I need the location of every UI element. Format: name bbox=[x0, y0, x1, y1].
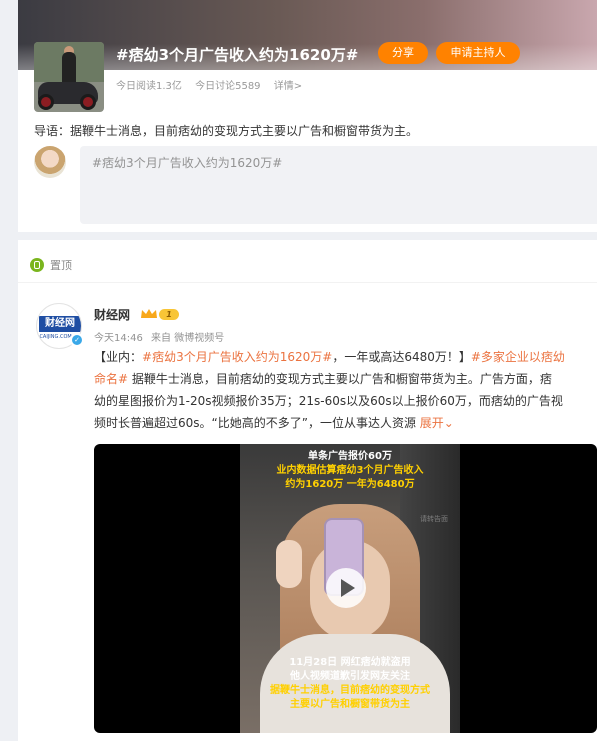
crown-icon bbox=[141, 309, 157, 318]
text-after-topic: ，一年或高达6480万！】 bbox=[332, 350, 471, 364]
topic-link-2[interactable]: #多家企业以痞幼 bbox=[471, 350, 565, 364]
video-caption-top-1: 单条广告报价60万 bbox=[308, 451, 392, 462]
pin-icon bbox=[30, 258, 44, 272]
text-line-2: 据鞭牛士消息，目前痞幼的变现方式主要以广告和橱窗带货为主。广告方面，痞 bbox=[128, 372, 552, 386]
share-button[interactable]: 分享 bbox=[378, 42, 428, 64]
author-name[interactable]: 财经网 bbox=[94, 306, 130, 323]
details-link[interactable]: 详情> bbox=[274, 81, 302, 92]
video-watermark: 请转告面 bbox=[420, 515, 448, 523]
discuss-today: 今日讨论5589 bbox=[195, 81, 261, 92]
divider bbox=[18, 282, 597, 283]
video-caption-top-3: 约为1620万 一年为6480万 bbox=[285, 479, 415, 490]
topic-intro: 导语：据鞭牛士消息，目前痞幼的变现方式主要以广告和橱窗带货为主。 bbox=[34, 124, 419, 138]
post-source: 来自 微博视频号 bbox=[151, 333, 225, 344]
compose-input[interactable]: #痞幼3个月广告收入约为1620万# bbox=[80, 146, 597, 224]
topic-stats: 今日阅读1.3亿 今日讨论5589 详情> bbox=[116, 77, 312, 92]
play-icon[interactable] bbox=[326, 568, 366, 608]
topic-title: #痞幼3个月广告收入约为1620万# bbox=[116, 46, 359, 64]
author-logo: 财经网 bbox=[39, 316, 81, 332]
topic-card: #痞幼3个月广告收入约为1620万# 分享 申请主持人 今日阅读1.3亿 今日讨… bbox=[18, 0, 597, 232]
video-caption-top-2: 业内数据估算痞幼3个月广告收入 bbox=[276, 465, 424, 476]
verified-icon: ✓ bbox=[70, 333, 84, 347]
post-time[interactable]: 今天14:46 bbox=[94, 333, 143, 344]
video-caption-bottom-1: 11月28日 网红痞幼就盗用 bbox=[289, 657, 411, 668]
video-caption-bottom-4: 主要以广告和橱窗带货为主 bbox=[290, 699, 410, 710]
apply-host-button[interactable]: 申请主持人 bbox=[436, 42, 520, 64]
reads-today: 今日阅读1.3亿 bbox=[116, 81, 182, 92]
video-caption-bottom-3: 据鞭牛士消息，目前痞幼的变现方式 bbox=[270, 685, 430, 696]
feed-card: 置顶 财经网 CAIJING.COM.CN ✓ 财经网 1 今天14:46 来自… bbox=[18, 240, 597, 741]
video-player[interactable]: 单条广告报价60万 业内数据估算痞幼3个月广告收入 约为1620万 一年为648… bbox=[94, 444, 597, 733]
pinned-label: 置顶 bbox=[50, 259, 72, 272]
pinned-row: 置顶 bbox=[30, 257, 72, 273]
level-badge[interactable]: 1 bbox=[159, 309, 179, 320]
text-line-4: 频时长普遍超过60s。“比她高的不多了”，一位从事达人资源 bbox=[94, 416, 420, 430]
topic-link-2-cont[interactable]: 命名# bbox=[94, 372, 128, 386]
current-user-avatar[interactable] bbox=[34, 146, 66, 178]
post-text: 【业内：#痞幼3个月广告收入约为1620万#，一年或高达6480万！】#多家企业… bbox=[94, 346, 594, 434]
topic-thumbnail[interactable] bbox=[34, 42, 104, 112]
video-caption-bottom-2: 他人视频道歉引发网友关注 bbox=[290, 671, 410, 682]
topic-link[interactable]: #痞幼3个月广告收入约为1620万# bbox=[142, 350, 332, 364]
expand-link[interactable]: 展开⌄ bbox=[420, 416, 454, 430]
post-meta: 今天14:46 来自 微博视频号 bbox=[94, 329, 229, 344]
text-bracket-open: 【业内： bbox=[94, 350, 143, 364]
text-line-3: 幼的星图报价为1-20s视频报价35万；21s-60s以及60s以上报价60万，… bbox=[94, 394, 563, 408]
